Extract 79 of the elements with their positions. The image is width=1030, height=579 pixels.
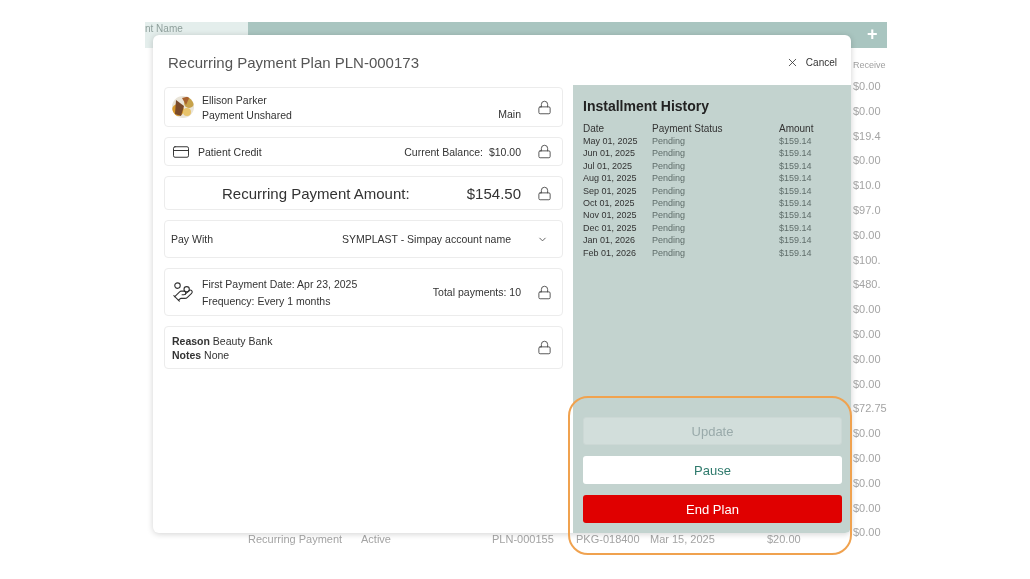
- history-title: Installment History: [583, 98, 711, 114]
- amount-cell-text: $159.14: [779, 197, 813, 210]
- status-cell-text: Pending: [652, 172, 687, 185]
- status-cell-text: Pending: [652, 184, 687, 198]
- date-cell-text: Oct 01, 2025: [583, 197, 636, 210]
- amount-cell-text: $159.14: [779, 159, 813, 173]
- table-cell-text: $100.: [853, 252, 882, 268]
- table-cell-text: $97.0: [853, 203, 882, 218]
- status-cell-text: Pending: [652, 234, 687, 247]
- column-header: nt Name: [145, 23, 183, 34]
- table-cell-text: PLN-000155: [492, 533, 555, 545]
- total-payments: Total payments: 10: [432, 286, 521, 298]
- table-cell-text: Active: [361, 533, 392, 545]
- first-payment-date: First Payment Date: Apr 23, 2025: [202, 277, 358, 290]
- table-cell-text: $0.00: [853, 326, 882, 342]
- date-cell-text: Jul 01, 2025: [583, 159, 634, 173]
- column-header: Date: [583, 123, 606, 135]
- hand-coin-icon: [172, 281, 194, 303]
- current-balance: Current Balance: $10.00: [404, 145, 521, 158]
- table-cell-text: $10.0: [853, 178, 882, 194]
- amount-cell-text: $159.14: [779, 184, 813, 198]
- table-cell-text: $0.00: [853, 426, 882, 442]
- status-cell-text: Pending: [652, 221, 687, 235]
- table-cell-text: $0.00: [853, 450, 882, 466]
- table-cell-text: $0.00: [853, 302, 882, 318]
- amount-value: $154.50: [466, 184, 521, 202]
- date-cell-text: Nov 01, 2025: [583, 209, 638, 222]
- account-tag: Main: [498, 108, 521, 120]
- status-cell-text: Pending: [652, 209, 687, 222]
- status-cell-text: Pending: [652, 147, 687, 160]
- pay-with-select[interactable]: Pay With SYMPLAST - Simpay account name: [164, 220, 563, 258]
- date-cell-text: Dec 01, 2025: [583, 221, 638, 235]
- table-cell-text: $0.00: [853, 351, 882, 367]
- table-cell-text: $0.00: [853, 525, 882, 541]
- amount-cell-text: $159.14: [779, 221, 813, 235]
- action-button[interactable]: End Plan: [583, 495, 842, 523]
- table-cell-text: $0.00: [853, 376, 882, 392]
- amount-cell-text: $159.14: [779, 135, 813, 148]
- amount-cell-text: $159.14: [779, 246, 813, 260]
- date-cell-text: Aug 01, 2025: [583, 172, 638, 185]
- table-cell-text: PKG-018400: [576, 533, 641, 545]
- table-cell-text: $20.00: [767, 533, 802, 545]
- table-cell-text: $0.00: [853, 79, 882, 94]
- status-cell-text: Pending: [652, 197, 687, 210]
- credit-label: Patient Credit: [198, 145, 262, 158]
- table-cell-text: $19.4: [853, 128, 882, 144]
- notes-text: Notes None: [172, 348, 231, 361]
- date-cell-text: Jan 01, 2026: [583, 234, 637, 247]
- date-cell-text: Jun 01, 2025: [583, 147, 637, 160]
- column-header: Receive: [853, 60, 887, 72]
- column-header: Amount: [779, 123, 815, 135]
- frequency: Frequency: Every 1 months: [202, 294, 332, 307]
- amount-label: Recurring Payment Amount:: [222, 184, 410, 202]
- reason-text: Reason Beauty Bank: [172, 334, 273, 347]
- cancel-button[interactable]: Cancel: [785, 55, 837, 69]
- table-cell-text: $0.00: [853, 227, 882, 243]
- table-cell-text: Recurring Payment: [248, 533, 344, 545]
- amount-cell-text: $159.14: [779, 147, 813, 160]
- column-header: Payment Status: [652, 123, 724, 135]
- status-cell-text: Pending: [652, 246, 687, 260]
- amount-cell-text: $159.14: [779, 172, 813, 185]
- patient-name: Ellison Parker: [202, 93, 268, 106]
- date-cell-text: Feb 01, 2026: [583, 246, 638, 260]
- date-cell-text: May 01, 2025: [583, 135, 639, 148]
- table-cell-text: $0.00: [853, 475, 882, 491]
- amount-cell-text: $159.14: [779, 234, 813, 247]
- status-cell-text: Pending: [652, 159, 687, 173]
- table-cell-text: $480.: [853, 277, 882, 293]
- dialog-title: Recurring Payment Plan PLN-000173: [168, 53, 419, 71]
- table-cell-text: $72.75: [853, 401, 887, 417]
- table-cell-text: $0.00: [853, 103, 882, 119]
- table-cell-text: Mar 15, 2025: [650, 533, 716, 545]
- table-cell-text: $0.00: [853, 153, 882, 169]
- action-button[interactable]: Pause: [583, 456, 842, 484]
- status-cell-text: Pending: [652, 135, 687, 148]
- table-cell-text: $0.00: [853, 500, 882, 516]
- sharing-status: Payment Unshared: [202, 108, 292, 121]
- amount-cell-text: $159.14: [779, 209, 813, 222]
- date-cell-text: Sep 01, 2025: [583, 184, 638, 198]
